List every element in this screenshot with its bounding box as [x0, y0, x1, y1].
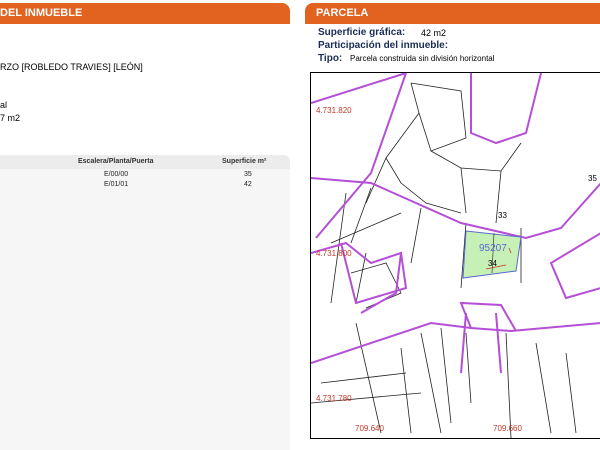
left-panel-title: DEL INMUEBLE — [0, 7, 83, 19]
type-label: Tipo: — [318, 53, 343, 64]
left-header-underline — [0, 23, 290, 24]
right-panel-header: PARCELA — [305, 3, 600, 23]
address-line: RZO [ROBLEDO TRAVIES] [LEÓN] — [0, 62, 143, 72]
table-row-2-location: E/01/01 — [104, 181, 129, 188]
column-location: Escalera/Planta/Puerta — [78, 158, 154, 165]
coord-mid-label: 4.731.800 — [316, 249, 352, 258]
table-row-1-area: 35 — [244, 171, 252, 178]
surface-value: 42 m2 — [421, 28, 447, 38]
road-boundaries — [311, 73, 600, 374]
parcel-34-label: 34 — [488, 259, 497, 268]
coord-bot-label: 4.731.780 — [316, 394, 352, 403]
coord-top-label: 4.731.820 — [316, 106, 352, 115]
surface-label: Superficie gráfica: — [318, 27, 406, 38]
right-panel-title: PARCELA — [316, 7, 369, 19]
parcel-ref-label: 95207 — [479, 243, 507, 254]
right-header-underline — [305, 23, 600, 24]
table-body — [0, 169, 290, 450]
column-area: Superficie m² — [222, 158, 267, 165]
participation-label: Participación del inmueble: — [318, 40, 449, 51]
cadastral-map[interactable]: 4.731.820 4.731.800 4.731.780 709.640 70… — [310, 72, 600, 439]
coord-x1-label: 709.640 — [355, 424, 384, 433]
left-panel-header: DEL INMUEBLE — [0, 3, 290, 23]
coord-x2-label: 709.660 — [493, 424, 522, 433]
info-line-1: al — [0, 100, 8, 110]
info-line-2: 7 m2 — [0, 113, 21, 123]
map-canvas: 4.731.820 4.731.800 4.731.780 709.640 70… — [311, 73, 600, 438]
building-outlines — [311, 82, 577, 438]
type-value: Parcela construida sin división horizont… — [350, 54, 495, 63]
table-row-2-area: 42 — [244, 181, 252, 188]
table-row-1-location: E/00/00 — [104, 171, 129, 178]
parcel-33-label: 33 — [498, 211, 507, 220]
parcel-35-label: 35 — [588, 174, 597, 183]
